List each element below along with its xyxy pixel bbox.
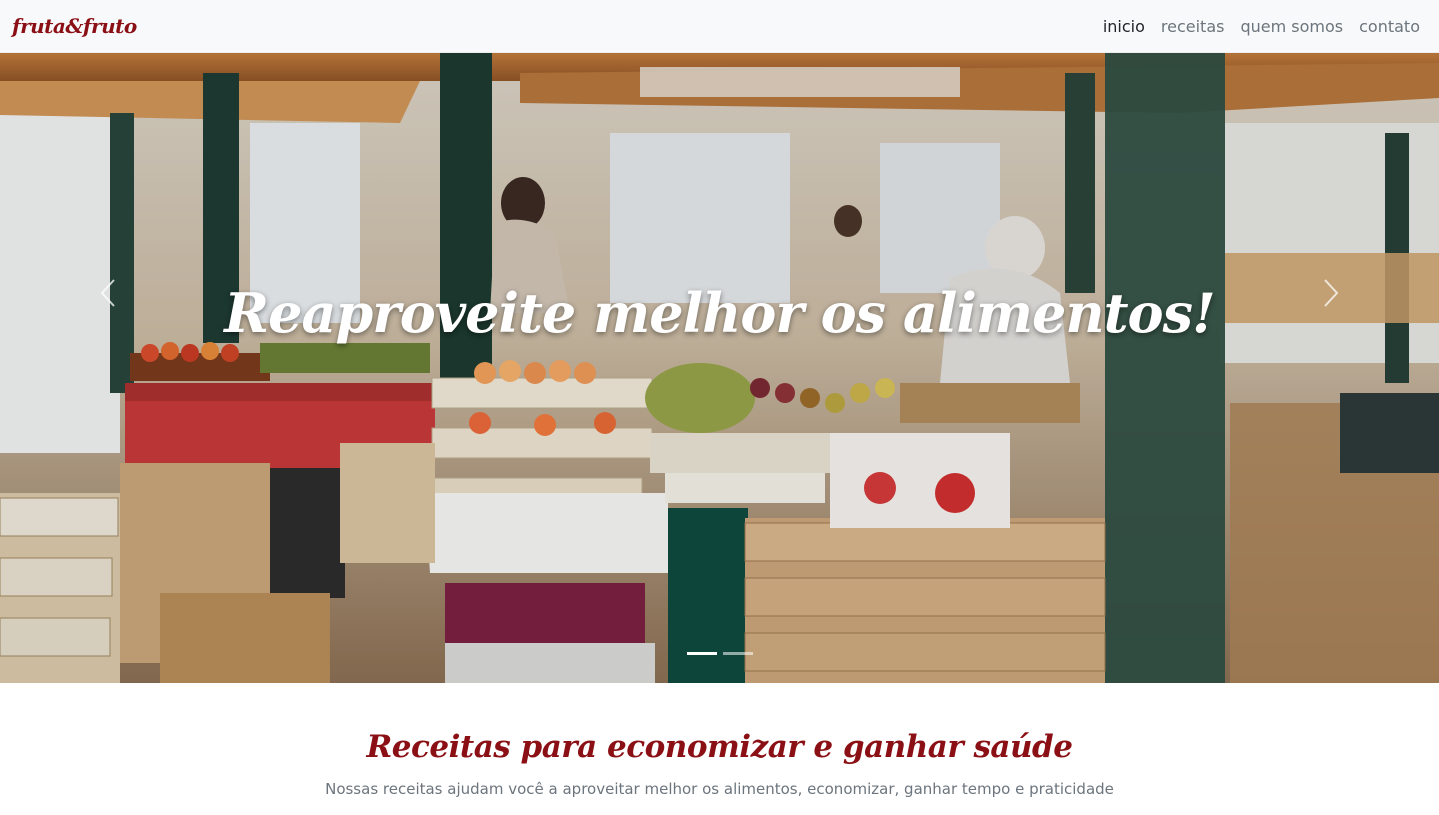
brand-logo[interactable]: fruta&fruto [12,14,137,38]
hero-carousel: Reaproveite melhor os alimentos! [0,53,1439,683]
carousel-prev-button[interactable] [78,273,138,313]
carousel-indicator-2[interactable] [723,652,753,655]
section-subtitle: Nossas receitas ajudam você a aproveitar… [325,780,1114,798]
nav-link-receitas[interactable]: receitas [1161,17,1225,36]
carousel-indicator-1[interactable] [687,652,717,655]
hero-title: Reaproveite melhor os alimentos! [224,281,1215,345]
carousel-next-button[interactable] [1301,273,1361,313]
nav-link-quem-somos[interactable]: quem somos [1240,17,1343,36]
recipes-intro-section: Receitas para economizar e ganhar saúde … [0,683,1439,815]
nav-link-inicio[interactable]: inicio [1103,17,1145,36]
chevron-right-icon [1324,279,1339,307]
navbar: fruta&fruto inicio receitas quem somos c… [0,0,1439,53]
section-title: Receitas para economizar e ganhar saúde [366,729,1073,765]
nav-links: inicio receitas quem somos contato [1103,17,1420,36]
nav-link-contato[interactable]: contato [1359,17,1420,36]
chevron-left-icon [100,279,115,307]
market-photo [0,53,1439,683]
carousel-indicators [687,652,753,655]
